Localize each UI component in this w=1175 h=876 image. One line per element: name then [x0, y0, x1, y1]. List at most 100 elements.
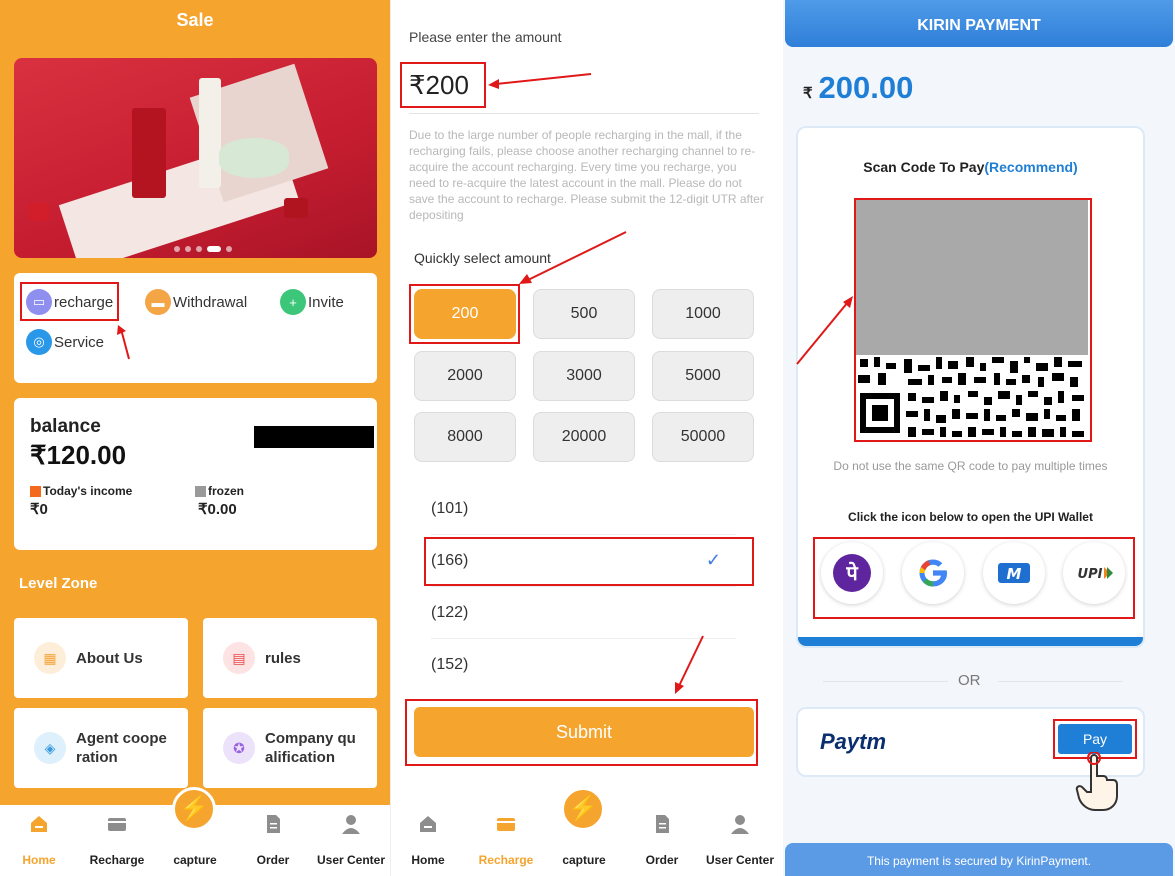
bottom-nav: Home Recharge ⚡ capture Order User Cente…	[0, 787, 390, 876]
annotation-arrow	[796, 296, 853, 365]
pagination-dot[interactable]	[185, 246, 191, 252]
document-icon: ▤	[223, 642, 255, 674]
amount-option-8000[interactable]: 8000	[414, 412, 516, 462]
amount-option-1000[interactable]: 1000	[652, 289, 754, 339]
recharge-screen: Please enter the amount ₹200 Due to the …	[390, 0, 782, 876]
annotation-box	[20, 282, 119, 321]
qr-card: Scan Code To Pay(Recommend) Do not use t…	[796, 126, 1145, 648]
pagination-dot[interactable]	[196, 246, 202, 252]
rules-label: rules	[265, 649, 301, 667]
add-user-icon: +	[280, 289, 306, 315]
amount-option-50000[interactable]: 50000	[652, 412, 754, 462]
amount-option-500[interactable]: 500	[533, 289, 635, 339]
paytm-logo[interactable]: Paytm	[820, 729, 886, 755]
rules-tile[interactable]: ▤ rules	[203, 618, 377, 698]
withdrawal-action[interactable]: ▬ Withdrawal	[145, 289, 247, 315]
lightning-icon: ⚡	[172, 787, 216, 831]
user-icon	[342, 815, 360, 834]
company-qualification-label: Company qu alification	[265, 730, 356, 766]
agent-cooperation-tile[interactable]: ◈ Agent coope ration	[14, 708, 188, 788]
amount-option-3000[interactable]: 3000	[533, 351, 635, 401]
nav-capture[interactable]: ⚡ capture	[545, 787, 623, 876]
payment-amount-value: 200.00	[818, 70, 914, 105]
grey-square-icon	[195, 485, 206, 497]
nav-order[interactable]: Order	[623, 805, 701, 876]
channel-label: (152)	[431, 656, 469, 673]
bottom-nav: Home Recharge ⚡ capture Order User Cente…	[391, 787, 782, 876]
nav-user-center[interactable]: User Center	[701, 805, 779, 876]
annotation-arrow	[488, 73, 592, 89]
today-income: Today's income	[30, 484, 132, 498]
nav-user-center-label: User Center	[316, 853, 386, 867]
wallet-icon: ▬	[145, 289, 171, 315]
home-screen: Sale ▭ recharge ▬ Withdrawal + Invite ◎ …	[0, 0, 390, 876]
about-us-tile[interactable]: ▦ About Us	[14, 618, 188, 698]
scan-title: Scan Code To Pay(Recommend)	[798, 159, 1143, 175]
nav-capture[interactable]: ⚡ capture	[156, 787, 234, 876]
building-icon: ▦	[34, 642, 66, 674]
rupee-symbol: ₹	[803, 85, 813, 102]
pagination-dot[interactable]	[174, 246, 180, 252]
annotation-arrow	[675, 635, 704, 694]
amount-prompt: Please enter the amount	[409, 29, 562, 45]
service-action[interactable]: ◎ Service	[26, 329, 104, 355]
pagination-dot-active[interactable]	[207, 246, 221, 252]
nav-user-center-label: User Center	[705, 853, 775, 867]
nav-home-label: Home	[22, 853, 56, 867]
channel-option[interactable]: (101)	[431, 483, 736, 535]
qr-warning: Do not use the same QR code to pay multi…	[833, 459, 1108, 473]
orange-square-icon	[30, 485, 41, 497]
gift-icon	[284, 198, 308, 218]
payment-header: KIRIN PAYMENT	[785, 0, 1173, 47]
frozen-label: frozen	[208, 484, 244, 498]
nav-recharge-label: Recharge	[478, 853, 534, 867]
nav-home-label: Home	[411, 853, 445, 867]
nav-order-label: Order	[256, 853, 290, 867]
annotation-box	[409, 284, 520, 344]
scan-title-text: Scan Code To Pay	[863, 159, 985, 175]
promo-banner[interactable]	[14, 58, 377, 258]
invite-action[interactable]: + Invite	[280, 289, 344, 315]
handshake-icon: ◈	[34, 732, 66, 764]
agent-cooperation-label: Agent coope ration	[76, 730, 167, 766]
pagination-dot[interactable]	[226, 246, 232, 252]
perfume-bottle-illustration	[132, 108, 166, 198]
amount-option-5000[interactable]: 5000	[652, 351, 754, 401]
annotation-box	[424, 537, 754, 586]
banner-pagination[interactable]	[174, 246, 232, 252]
card-accent-bar	[798, 637, 1143, 646]
divider	[409, 113, 759, 114]
nav-recharge[interactable]: Recharge	[467, 805, 545, 876]
nav-home[interactable]: Home	[391, 805, 467, 876]
nav-user-center[interactable]: User Center	[312, 805, 390, 876]
user-icon	[731, 815, 749, 834]
amount-option-2000[interactable]: 2000	[414, 351, 516, 401]
order-icon	[656, 815, 669, 833]
medal-icon: ✪	[223, 732, 255, 764]
headset-icon: ◎	[26, 329, 52, 355]
annotation-arrow	[117, 325, 130, 360]
frozen: frozen	[195, 484, 244, 498]
amount-option-20000[interactable]: 20000	[533, 412, 635, 462]
withdrawal-label: Withdrawal	[173, 293, 248, 311]
company-qualification-tile[interactable]: ✪ Company qu alification	[203, 708, 377, 788]
nav-home[interactable]: Home	[0, 805, 78, 876]
annotation-arrow	[519, 231, 627, 284]
balance-card: balance ₹120.00 Today's income ₹0 frozen…	[14, 398, 377, 550]
about-us-label: About Us	[76, 649, 143, 667]
pointer-hand-icon	[1075, 752, 1118, 811]
payment-amount: ₹200.00	[803, 70, 913, 106]
nav-capture-label: capture	[173, 853, 217, 867]
annotation-box	[854, 198, 1092, 442]
gift-icon	[29, 203, 49, 221]
annotation-box	[813, 537, 1135, 619]
home-icon	[31, 816, 47, 832]
annotation-box	[400, 62, 486, 108]
today-income-value: ₹0	[30, 501, 48, 518]
nav-order[interactable]: Order	[234, 805, 312, 876]
redaction-bar	[254, 426, 374, 448]
nav-recharge[interactable]: Recharge	[78, 805, 156, 876]
level-zone-heading: Level Zone	[19, 575, 98, 592]
balance-label: balance	[30, 416, 101, 437]
nav-capture-label: capture	[562, 853, 606, 867]
